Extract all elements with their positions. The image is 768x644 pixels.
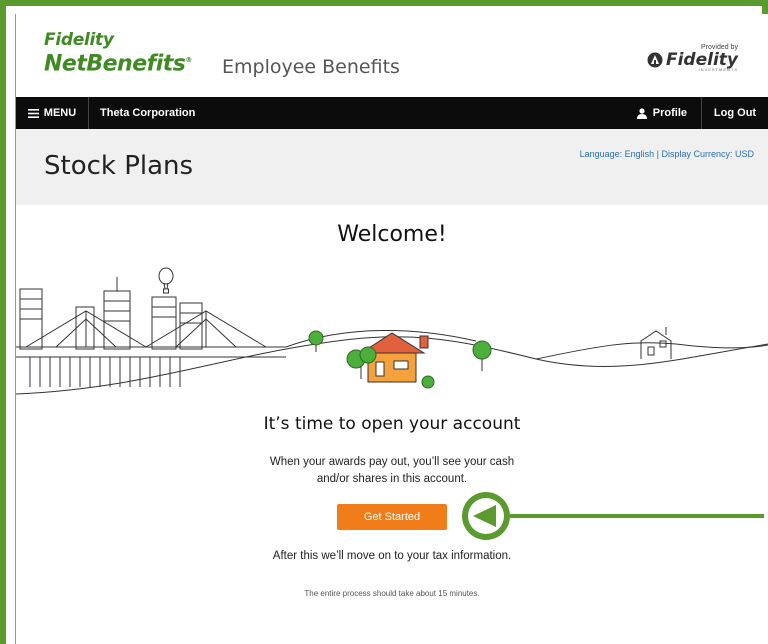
description-line2: and/or shares in this account. bbox=[316, 473, 468, 485]
provided-by-logo: Provided by Fidelity INVESTMENTS bbox=[647, 44, 738, 72]
description-line1: When your awards pay out, you’ll see you… bbox=[269, 456, 515, 468]
account-description: When your awards pay out, you’ll see you… bbox=[242, 454, 542, 488]
city-landscape-illustration bbox=[16, 267, 768, 395]
page-title: Stock Plans bbox=[44, 151, 194, 181]
hamburger-icon bbox=[27, 108, 39, 118]
registered-mark: ® bbox=[185, 56, 192, 64]
get-started-button[interactable]: Get Started bbox=[337, 504, 447, 530]
brand-line2: NetBenefits bbox=[44, 51, 186, 77]
welcome-heading: Welcome! bbox=[337, 222, 447, 247]
top-nav: MENU Theta Corporation Profile Log Out bbox=[16, 97, 768, 129]
profile-label: Profile bbox=[652, 107, 687, 119]
language-currency-link[interactable]: Language: English | Display Currency: US… bbox=[580, 149, 754, 159]
next-step-text: After this we’ll move on to your tax inf… bbox=[272, 550, 512, 562]
brand-subtitle: Employee Benefits bbox=[222, 56, 400, 78]
menu-button[interactable]: MENU bbox=[16, 97, 89, 129]
person-icon bbox=[636, 107, 647, 119]
open-account-heading: It’s time to open your account bbox=[263, 414, 521, 434]
netbenefits-screen: Fidelity NetBenefits® Employee Benefits … bbox=[16, 14, 768, 644]
logout-button[interactable]: Log Out bbox=[702, 97, 768, 129]
company-name: Theta Corporation bbox=[100, 107, 196, 119]
brand-line1: Fidelity bbox=[44, 30, 114, 50]
netbenefits-logo[interactable]: Fidelity NetBenefits® bbox=[44, 32, 192, 75]
menu-label: MENU bbox=[43, 107, 77, 119]
profile-link[interactable]: Profile bbox=[623, 97, 702, 129]
page-title-band: Stock Plans Language: English | Display … bbox=[16, 129, 768, 205]
process-duration-text: The entire process should take about 15 … bbox=[304, 589, 480, 598]
fidelity-pyramid-icon bbox=[647, 52, 663, 68]
